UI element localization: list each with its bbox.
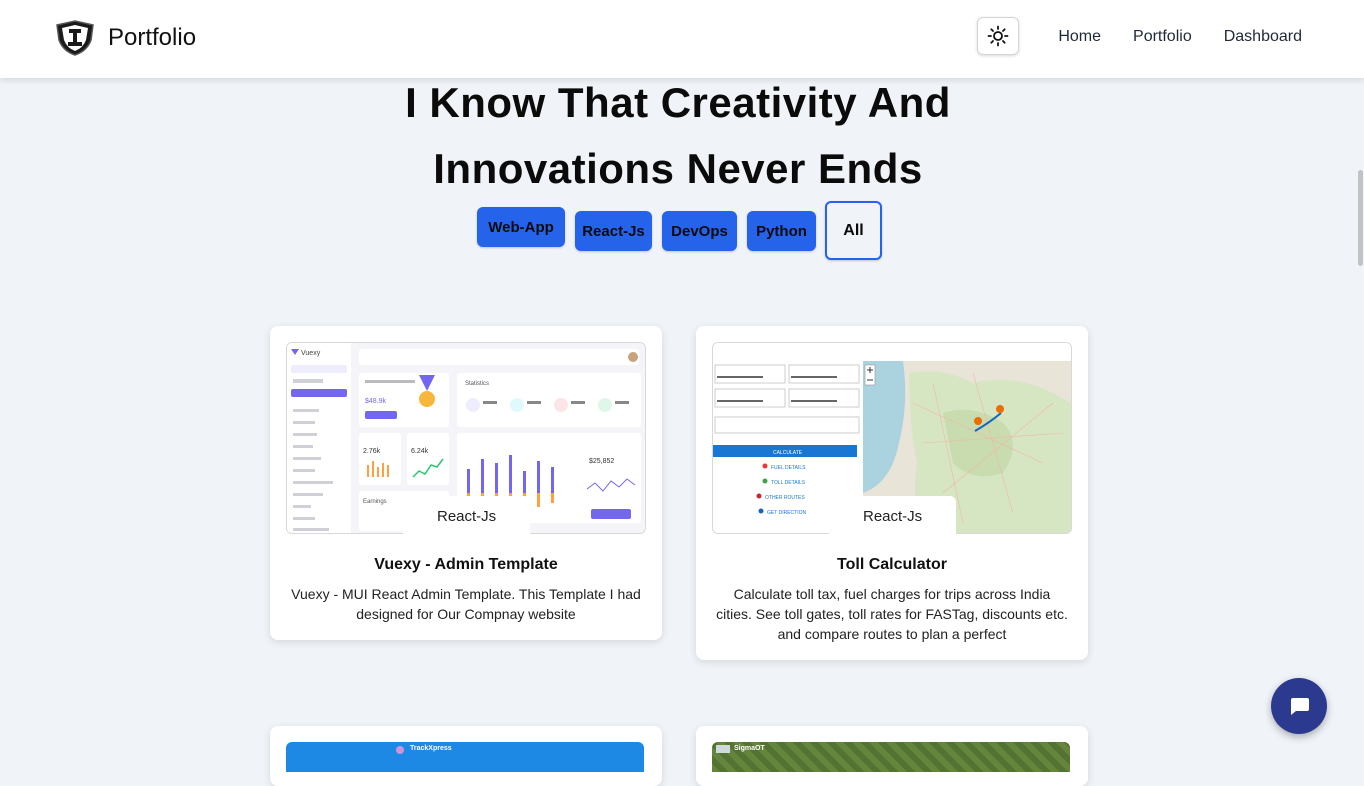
filter-react-js-button[interactable]: React-Js <box>575 211 652 251</box>
project-title-toll-calculator: Toll Calculator <box>837 556 947 573</box>
brand-name: Portfolio <box>108 24 197 51</box>
vuexy-stats-label: Statistics <box>465 381 489 387</box>
nav-link-home[interactable]: Home <box>1058 28 1101 46</box>
sigmaot-field-pattern <box>712 742 1070 772</box>
hero-title-line-2: Innovations Never Ends <box>433 145 923 192</box>
project-card-toll-calculator[interactable]: CALCULATE FUEL DETAILS TOLL DETAILS OTHE… <box>696 326 1088 660</box>
vuexy-value-1: $48.9k <box>365 398 387 405</box>
project-tag-vuexy: React-Js <box>403 496 531 534</box>
project-card-trackxpress[interactable]: TrackXpress <box>270 726 662 786</box>
hero-title-line-1: I Know That Creativity And <box>405 79 951 126</box>
project-description-vuexy: Vuexy - MUI React Admin Template. This T… <box>291 586 641 622</box>
toll-route-label: OTHER ROUTES <box>765 495 805 501</box>
vuexy-earnings-label: Earnings <box>363 499 387 505</box>
nav-links: Home Portfolio Dashboard <box>1058 28 1302 46</box>
filter-web-app-button[interactable]: Web-App <box>477 207 565 247</box>
vuexy-brand-text: Vuexy <box>301 350 321 357</box>
trackxpress-brand: TrackXpress <box>410 745 452 752</box>
chat-bubble-icon <box>1291 698 1309 715</box>
toll-direction-label: GET DIRECTION <box>767 510 806 516</box>
chat-button[interactable] <box>1271 678 1327 734</box>
project-title-vuexy: Vuexy - Admin Template <box>374 556 558 573</box>
toll-fuel-label: FUEL DETAILS <box>771 465 806 471</box>
nav-link-dashboard[interactable]: Dashboard <box>1224 28 1302 46</box>
toll-calculate-label: CALCULATE <box>773 450 803 456</box>
hero-title: I Know That Creativity And Innovations N… <box>0 70 1356 202</box>
vuexy-value-2: 2.76k <box>363 448 381 455</box>
brand[interactable]: Portfolio <box>54 20 196 56</box>
scrollbar-thumb[interactable] <box>1358 170 1363 266</box>
project-card-vuexy[interactable]: Vuexy $48.9k Statistics 2.76k 6.24k $25,… <box>270 326 662 640</box>
sigmaot-logo-icon <box>716 745 730 753</box>
navbar: Portfolio Home Portfolio Dashboard <box>0 0 1364 78</box>
shield-logo-icon <box>56 20 94 56</box>
project-description-toll-calculator: Calculate toll tax, fuel charges for tri… <box>716 586 1068 642</box>
filter-python-button[interactable]: Python <box>747 211 816 251</box>
theme-toggle-button[interactable] <box>977 17 1019 55</box>
trackxpress-logo-icon <box>396 746 404 754</box>
project-preview-trackxpress: TrackXpress <box>286 742 644 772</box>
nav-link-portfolio[interactable]: Portfolio <box>1133 28 1192 46</box>
vuexy-value-3: 6.24k <box>411 448 429 455</box>
project-preview-sigmaot: SigmaOT <box>712 742 1070 772</box>
sigmaot-brand: SigmaOT <box>734 745 765 752</box>
sun-icon <box>987 25 1009 47</box>
filter-devops-button[interactable]: DevOps <box>662 211 737 251</box>
toll-toll-label: TOLL DETAILS <box>771 480 806 486</box>
project-card-sigmaot[interactable]: SigmaOT <box>696 726 1088 786</box>
filter-all-button[interactable]: All <box>825 201 882 260</box>
vuexy-value-4: $25,852 <box>589 458 614 465</box>
project-tag-toll-calculator: React-Js <box>829 496 957 534</box>
scrollbar[interactable] <box>1356 78 1364 762</box>
